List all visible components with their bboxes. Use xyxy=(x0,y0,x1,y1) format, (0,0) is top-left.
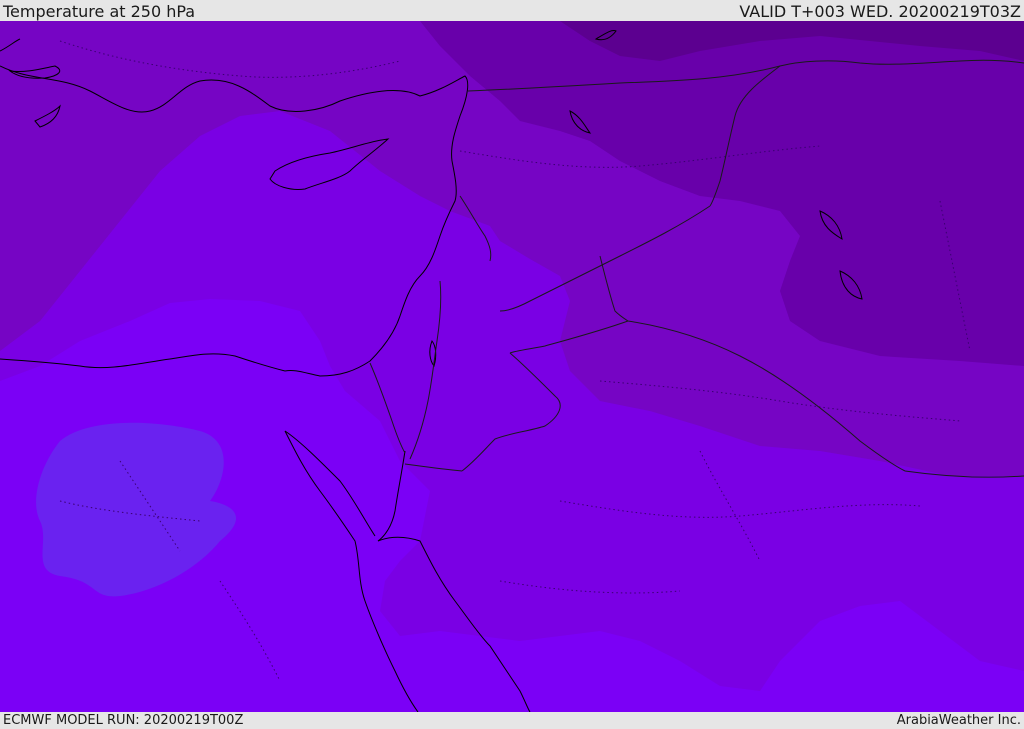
header-bar: Temperature at 250 hPa VALID T+003 WED. … xyxy=(0,0,1024,21)
footer-bar: ECMWF MODEL RUN: 20200219T00Z ArabiaWeat… xyxy=(0,712,1024,729)
valid-time: VALID T+003 WED. 20200219T03Z xyxy=(739,2,1021,21)
map-title: Temperature at 250 hPa xyxy=(3,2,196,21)
weather-map[interactable] xyxy=(0,21,1024,712)
model-run-label: ECMWF MODEL RUN: 20200219T00Z xyxy=(3,713,244,728)
credit-label: ArabiaWeather Inc. xyxy=(896,713,1021,728)
map-canvas xyxy=(0,21,1024,712)
